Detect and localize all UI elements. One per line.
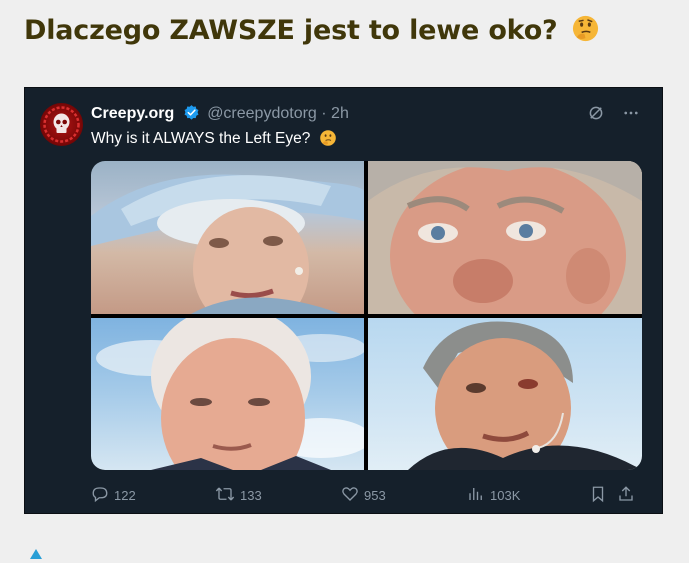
tweet-header: Creepy.org @creepydotorg · 2h: [91, 104, 349, 126]
photo-man-with-headset-mic[interactable]: [368, 318, 642, 470]
bookmark-icon: [592, 486, 604, 503]
retweet-icon: [215, 487, 235, 501]
share-button[interactable]: [617, 485, 640, 503]
more-options-icon[interactable]: [622, 104, 640, 126]
retweet-button[interactable]: 133: [215, 485, 262, 503]
like-button[interactable]: 953: [341, 485, 386, 503]
media-grid[interactable]: [91, 161, 642, 470]
views-count: 103K: [490, 488, 521, 503]
verified-badge-icon: [183, 104, 200, 126]
thinking-face-icon: [319, 129, 337, 152]
reply-icon: [92, 487, 108, 503]
author-name[interactable]: Creepy.org: [91, 105, 174, 122]
bookmark-button[interactable]: [589, 485, 612, 503]
share-icon: [619, 486, 633, 501]
thinking-face-icon: [571, 14, 600, 50]
reply-count: 122: [114, 488, 136, 503]
partial-icon: [30, 544, 42, 559]
reply-button[interactable]: 122: [91, 485, 136, 503]
avatar[interactable]: [40, 103, 83, 146]
skull-icon: [43, 106, 80, 143]
like-count: 953: [364, 488, 386, 503]
heart-icon: [342, 487, 358, 501]
views-button[interactable]: 103K: [467, 485, 520, 503]
tweet-top-icons: [575, 104, 640, 126]
grok-icon[interactable]: [587, 104, 605, 126]
tweet-text: Why is it ALWAYS the Left Eye?: [91, 129, 337, 152]
tweet-actions: 122 133 953 103K: [91, 485, 651, 505]
page-title-text: Dlaczego ZAWSZE jest to lewe oko?: [24, 15, 558, 46]
photo-queen-elizabeth[interactable]: [91, 161, 364, 314]
tweet-text-body: Why is it ALWAYS the Left Eye?: [91, 130, 311, 147]
views-chart-icon: [469, 488, 482, 500]
tweet-embed[interactable]: Creepy.org @creepydotorg · 2h Why is it …: [24, 87, 663, 514]
page-title: Dlaczego ZAWSZE jest to lewe oko?: [24, 14, 600, 50]
photo-king-charles[interactable]: [368, 161, 642, 314]
photo-joe-biden[interactable]: [91, 318, 364, 470]
author-handle-time[interactable]: @creepydotorg · 2h: [207, 105, 349, 122]
retweet-count: 133: [240, 488, 262, 503]
